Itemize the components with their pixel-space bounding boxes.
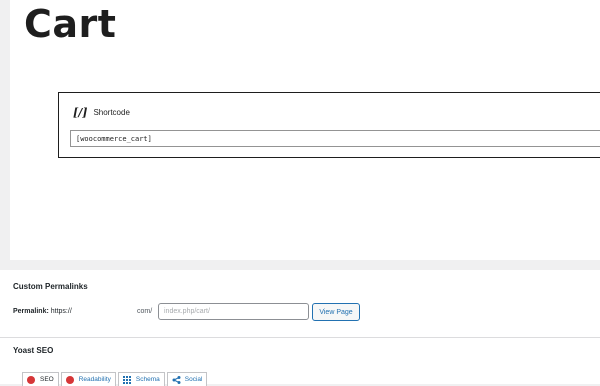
tab-readability-label: Readability	[78, 376, 111, 383]
yoast-seo-title: Yoast SEO	[13, 346, 54, 355]
permalink-label-text: Permalink:	[13, 308, 49, 315]
shortcode-block[interactable]: [/] Shortcode [woocommerce_cart]	[58, 92, 600, 158]
share-icon	[172, 375, 181, 384]
permalink-prefix: https://	[50, 308, 72, 315]
shortcode-input[interactable]: [woocommerce_cart]	[70, 130, 600, 147]
red-dot-icon	[65, 375, 74, 384]
tab-seo-label: SEO	[40, 376, 54, 383]
shortcode-label: Shortcode	[93, 108, 130, 117]
permalink-input[interactable]: index.php/cart/	[158, 303, 309, 320]
meta-boxes-panel: Custom Permalinks Permalink: https:// co…	[0, 270, 600, 386]
page-title[interactable]: Cart	[24, 2, 116, 46]
section-divider	[0, 337, 600, 338]
custom-permalinks-title: Custom Permalinks	[13, 282, 88, 291]
red-dot-icon	[27, 375, 35, 384]
shortcode-icon: [/]	[73, 106, 88, 119]
editor-canvas: Cart [/] Shortcode [woocommerce_cart]	[10, 0, 600, 260]
shortcode-block-header: [/] Shortcode	[73, 106, 130, 119]
permalink-domain-suffix: com/	[137, 308, 153, 315]
view-page-button[interactable]: View Page	[312, 303, 360, 321]
permalink-label: Permalink: https://	[13, 308, 72, 315]
tab-social-label: Social	[184, 376, 203, 383]
grid-icon	[122, 375, 132, 384]
tab-schema-label: Schema	[135, 376, 160, 383]
